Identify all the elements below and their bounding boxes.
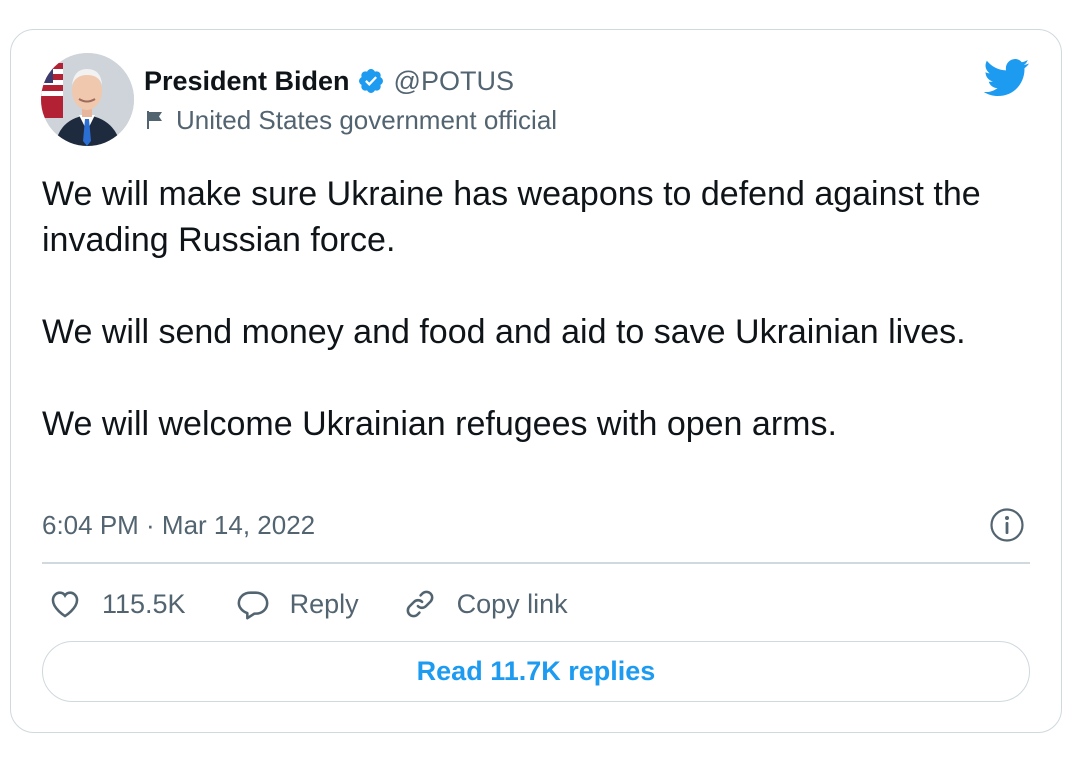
reply-bubble-icon	[237, 591, 269, 620]
reply-label: Reply	[289, 588, 359, 619]
copy-link-button[interactable]: Copy link	[403, 587, 568, 621]
author-name[interactable]: President Biden	[144, 66, 350, 97]
heart-icon	[51, 591, 79, 618]
tweet-paragraph: We will make sure Ukraine has weapons to…	[42, 175, 981, 259]
like-button[interactable]: 115.5K	[48, 587, 186, 621]
tweet-paragraph: We will send money and food and aid to s…	[42, 313, 966, 351]
action-bar: 115.5K Reply Copy link	[42, 584, 568, 624]
read-replies-label: Read 11.7K replies	[416, 656, 656, 686]
avatar[interactable]	[41, 53, 134, 146]
timestamp[interactable]: 6:04 PM · Mar 14, 2022	[42, 510, 315, 541]
tweet-body: We will make sure Ukraine has weapons to…	[42, 171, 1032, 447]
author-row: President Biden @POTUS	[144, 63, 514, 99]
read-replies-button[interactable]: Read 11.7K replies	[42, 641, 1030, 702]
divider	[42, 562, 1030, 564]
author-handle[interactable]: @POTUS	[394, 66, 514, 97]
account-label: United States government official	[176, 104, 558, 135]
flag-icon	[144, 109, 166, 131]
reply-button[interactable]: Reply	[236, 587, 359, 621]
copy-link-label: Copy link	[456, 588, 568, 619]
twitter-bird-icon[interactable]	[983, 59, 1030, 97]
link-icon	[406, 590, 433, 618]
tweet-paragraph: We will welcome Ukrainian refugees with …	[42, 405, 837, 443]
verified-badge-icon	[357, 67, 385, 95]
like-count: 115.5K	[102, 588, 186, 619]
info-icon[interactable]	[989, 507, 1025, 543]
timestamp-row: 6:04 PM · Mar 14, 2022	[42, 507, 315, 543]
account-label-row: United States government official	[144, 103, 557, 137]
